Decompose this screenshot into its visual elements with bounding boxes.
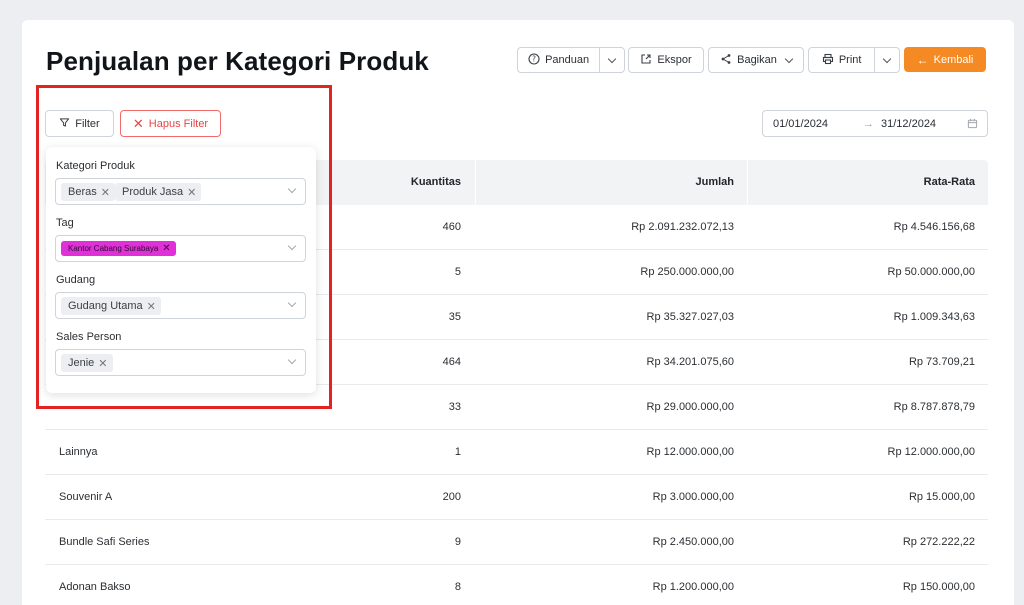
printer-icon [822,53,834,68]
share-button[interactable]: Bagikan [708,47,804,73]
guide-button[interactable]: ? Panduan [518,48,599,72]
date-range-picker[interactable]: 01/01/2024 → 31/12/2024 [762,110,988,137]
cell-qty: 33 [448,401,461,413]
cell-qty: 5 [454,266,461,278]
cell-avg: Rp 4.546.156,68 [893,221,975,233]
share-icon [720,53,732,68]
print-button-group: Print [808,47,900,73]
back-button[interactable]: ← Kembali [904,47,986,72]
cell-sum: Rp 12.000.000,00 [646,446,734,458]
arrow-right-icon: → [863,118,874,130]
calendar-icon [967,118,978,132]
header-avg: Rata-Rata [923,176,975,188]
export-button[interactable]: Ekspor [628,47,704,73]
cell-avg: Rp 1.009.343,63 [893,311,975,323]
cell-qty: 35 [448,311,461,323]
cell-avg: Rp 73.709,21 [908,356,975,368]
cell-name: Adonan Bakso [59,581,131,593]
back-label: Kembali [933,53,974,66]
cell-sum: Rp 2.091.232.072,13 [631,221,734,233]
question-circle-icon: ? [528,52,540,68]
print-label: Print [838,54,862,66]
cell-avg: Rp 8.787.878,79 [893,401,975,413]
chevron-down-icon [607,54,617,63]
print-button[interactable]: Print [809,48,874,72]
cell-sum: Rp 29.000.000,00 [646,401,734,413]
cell-qty: 9 [454,536,461,548]
table-row[interactable]: Souvenir A 200 Rp 3.000.000,00 Rp 15.000… [45,475,988,520]
guide-label: Panduan [545,54,590,66]
cell-avg: Rp 150.000,00 [902,581,975,593]
table-row[interactable]: Lainnya 1 Rp 12.000.000,00 Rp 12.000.000… [45,430,988,475]
date-start: 01/01/2024 [773,118,829,130]
cell-avg: Rp 50.000.000,00 [887,266,975,278]
svg-text:?: ? [532,54,536,63]
chevron-down-icon [882,54,892,63]
chevron-down-icon [784,54,794,63]
cell-avg: Rp 272.222,22 [902,536,975,548]
page-title: Penjualan per Kategori Produk [46,46,429,76]
cell-sum: Rp 34.201.075,60 [646,356,734,368]
table-row[interactable]: Bundle Safi Series 9 Rp 2.450.000,00 Rp … [45,520,988,565]
cell-sum: Rp 2.450.000,00 [652,536,734,548]
cell-qty: 1 [454,446,461,458]
cell-qty: 200 [442,491,461,503]
cell-qty: 464 [442,356,461,368]
print-dropdown-toggle[interactable] [875,48,899,72]
cell-sum: Rp 250.000.000,00 [640,266,734,278]
share-label: Bagikan [737,54,777,66]
export-label: Ekspor [657,54,692,66]
guide-button-group: ? Panduan [517,47,625,73]
cell-sum: Rp 3.000.000,00 [652,491,734,503]
cell-avg: Rp 12.000.000,00 [887,446,975,458]
export-icon [640,53,652,68]
arrow-left-icon: ← [916,52,929,67]
cell-name: Souvenir A [59,491,113,503]
guide-dropdown-toggle[interactable] [600,48,624,72]
cell-sum: Rp 35.327.027,03 [646,311,734,323]
cell-qty: 8 [454,581,461,593]
cell-name: Bundle Safi Series [59,536,150,548]
cell-avg: Rp 15.000,00 [908,491,975,503]
header-qty: Kuantitas [410,176,461,188]
cell-name: Lainnya [59,446,98,458]
table-row[interactable]: Adonan Bakso 8 Rp 1.200.000,00 Rp 150.00… [45,565,988,605]
highlight-box [36,85,332,409]
header-sum: Jumlah [695,176,734,188]
cell-sum: Rp 1.200.000,00 [652,581,734,593]
cell-qty: 460 [442,221,461,233]
date-end: 31/12/2024 [881,118,937,130]
